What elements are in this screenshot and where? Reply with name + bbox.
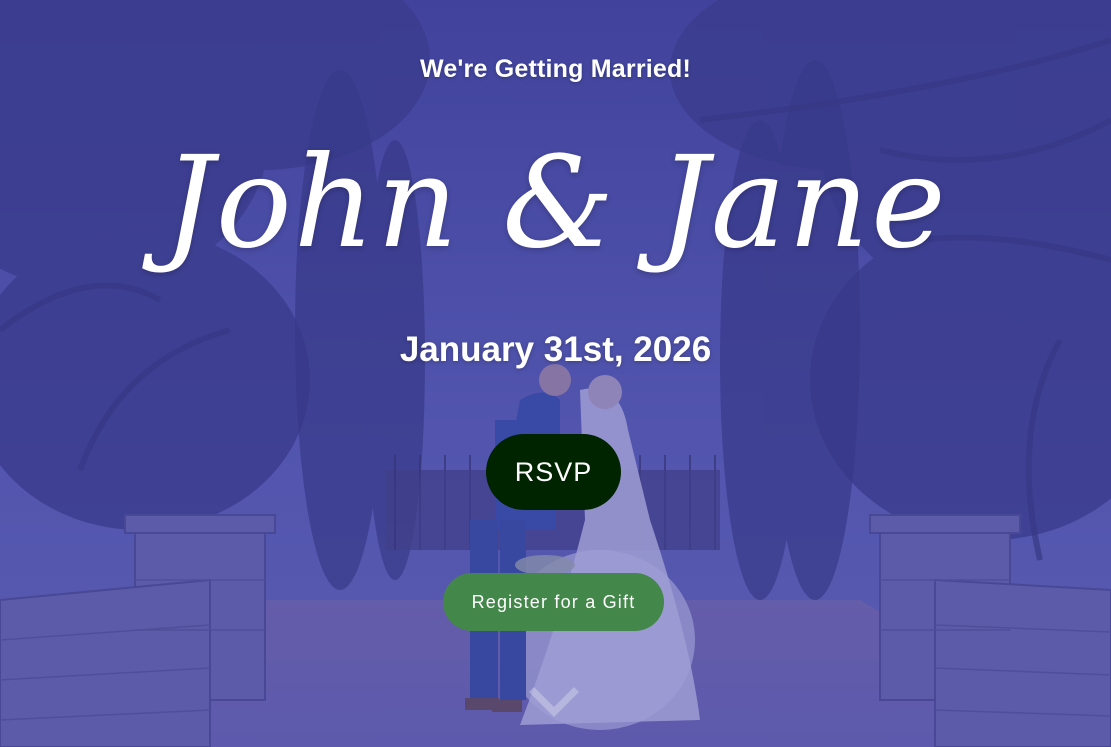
chevron-down-icon[interactable] [529,686,579,720]
hero-section: We're Getting Married! John & Jane Janua… [0,0,1111,747]
wedding-date: January 31st, 2026 [399,330,712,369]
couple-names: John & Jane [163,129,948,276]
hero-content: We're Getting Married! John & Jane Janua… [0,0,1111,747]
register-gift-button[interactable]: Register for a Gift [443,573,664,631]
announcement-heading: We're Getting Married! [419,55,692,83]
rsvp-button[interactable]: RSVP [486,434,621,510]
